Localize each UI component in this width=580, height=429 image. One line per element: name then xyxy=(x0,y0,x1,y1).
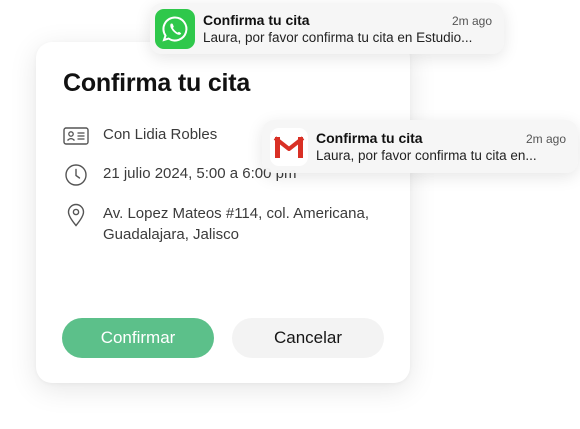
gmail-icon xyxy=(270,127,308,166)
datetime-row: 21 julio 2024, 5:00 a 6:00 pm xyxy=(63,163,296,187)
notification-header: Confirma tu cita 2m ago xyxy=(203,12,492,28)
whatsapp-icon xyxy=(155,8,195,49)
cancel-button[interactable]: Cancelar xyxy=(232,318,384,358)
person-row: Con Lidia Robles xyxy=(63,124,217,148)
address-text: Av. Lopez Mateos #114, col. Americana, G… xyxy=(103,205,369,243)
notification-text: Laura, por favor confirma tu cita en... xyxy=(316,148,537,163)
gmail-notification[interactable]: Confirma tu cita 2m ago Laura, por favor… xyxy=(262,120,578,173)
gmail-notification-body: Confirma tu cita 2m ago Laura, por favor… xyxy=(316,130,566,163)
whatsapp-notification-body: Confirma tu cita 2m ago Laura, por favor… xyxy=(203,12,492,45)
notification-time: 2m ago xyxy=(525,132,566,146)
person-text: Con Lidia Robles xyxy=(103,126,218,143)
notification-header: Confirma tu cita 2m ago xyxy=(316,130,566,146)
location-pin-icon xyxy=(63,203,89,227)
notification-time: 2m ago xyxy=(451,14,492,28)
appointment-card: Confirma tu cita Con Lidia Robles 21 jul… xyxy=(36,42,410,383)
id-card-icon xyxy=(63,124,89,148)
clock-icon xyxy=(63,163,89,187)
card-title: Confirma tu cita xyxy=(63,69,251,97)
notification-text: Laura, por favor confirma tu cita en Est… xyxy=(203,30,473,45)
notification-title: Confirma tu cita xyxy=(316,130,423,146)
notification-title: Confirma tu cita xyxy=(203,12,310,28)
whatsapp-notification[interactable]: Confirma tu cita 2m ago Laura, por favor… xyxy=(150,3,504,54)
stage: Confirma tu cita Con Lidia Robles 21 jul… xyxy=(0,0,580,429)
confirm-button[interactable]: Confirmar xyxy=(62,318,214,358)
address-row: Av. Lopez Mateos #114, col. Americana, G… xyxy=(63,203,393,245)
